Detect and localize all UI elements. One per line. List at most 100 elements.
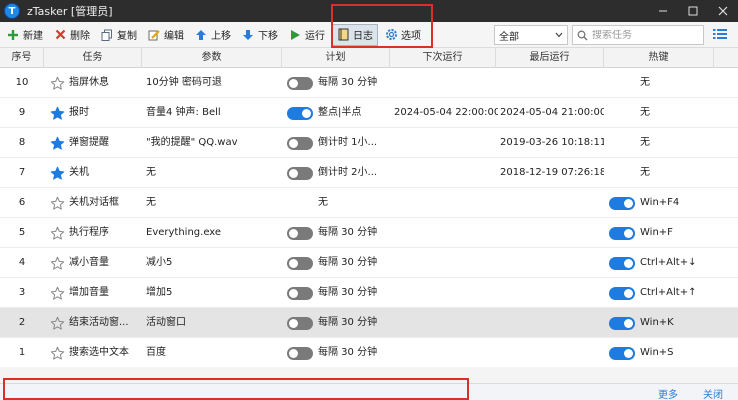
column-header-plan[interactable]: 计划	[282, 48, 390, 68]
plan-toggle[interactable]	[287, 257, 313, 270]
window-title: zTasker [管理员]	[27, 5, 113, 18]
star-outline-icon[interactable]	[50, 226, 65, 241]
menu-button[interactable]	[712, 27, 730, 43]
row-plan: 整点|半点	[318, 107, 362, 118]
plan-toggle[interactable]	[287, 107, 313, 120]
toolbar: 新建 删除 复制 编辑 上移 下移 运行 日志 选项 全部 搜索任务	[0, 22, 738, 48]
close-link[interactable]: 关闭	[703, 386, 723, 400]
minimize-button[interactable]	[648, 0, 678, 22]
arrow-down-icon	[241, 28, 255, 42]
plan-toggle[interactable]	[287, 227, 313, 240]
star-outline-icon[interactable]	[50, 256, 65, 271]
column-header-id[interactable]: 序号	[0, 48, 44, 68]
row-task: 指屏休息	[69, 77, 109, 88]
column-header-next-run[interactable]: 下次运行	[390, 48, 496, 68]
table-row[interactable]: 7 关机 无 倒计时 2小... 2018-12-19 07:26:18 无	[0, 158, 738, 188]
table-row[interactable]: 1 搜索选中文本 百度 每隔 30 分钟 Win+S	[0, 338, 738, 368]
maximize-icon	[688, 6, 698, 16]
run-button[interactable]: 运行	[284, 24, 329, 46]
options-button[interactable]: 选项	[380, 24, 425, 46]
row-hotkey: 无	[640, 167, 650, 178]
table-header: 序号 任务 参数 计划 下次运行 最后运行 热键	[0, 48, 738, 68]
column-header-last-run[interactable]: 最后运行	[496, 48, 604, 68]
column-header-hotkey[interactable]: 热键	[604, 48, 714, 68]
hotkey-toggle[interactable]	[609, 347, 635, 360]
row-plan: 每隔 30 分钟	[318, 257, 378, 268]
row-next-run	[394, 308, 498, 338]
search-input[interactable]	[592, 29, 702, 41]
row-plan: 每隔 30 分钟	[318, 287, 378, 298]
close-window-button[interactable]	[708, 0, 738, 22]
row-hotkey: Win+S	[640, 347, 674, 358]
move-up-button[interactable]: 上移	[190, 24, 235, 46]
row-hotkey: 无	[640, 77, 650, 88]
row-last-run	[500, 218, 604, 248]
star-outline-icon[interactable]	[50, 286, 65, 301]
row-task: 搜索选中文本	[69, 347, 129, 358]
star-filled-icon[interactable]	[50, 136, 65, 151]
copy-button[interactable]: 复制	[96, 24, 141, 46]
row-id: 1	[18, 347, 26, 358]
table-row[interactable]: 8 弹窗提醒 "我的提醒" QQ.wav 倒计时 1小... 2019-03-26 10…	[0, 128, 738, 158]
filter-select[interactable]: 全部	[494, 25, 568, 45]
row-plan: 倒计时 2小...	[318, 167, 378, 178]
star-filled-icon[interactable]	[50, 106, 65, 121]
plan-toggle[interactable]	[287, 137, 313, 150]
plus-icon	[6, 28, 20, 42]
row-hotkey: 无	[640, 107, 650, 118]
star-outline-icon[interactable]	[50, 196, 65, 211]
copy-label: 复制	[117, 31, 137, 42]
row-id: 4	[18, 257, 26, 268]
column-header-param[interactable]: 参数	[142, 48, 282, 68]
hotkey-toggle[interactable]	[609, 197, 635, 210]
row-id: 6	[18, 197, 26, 208]
log-label: 日志	[353, 31, 373, 42]
plan-toggle[interactable]	[287, 347, 313, 360]
table-row[interactable]: 10 指屏休息 10分钟 密码可退 每隔 30 分钟 无	[0, 68, 738, 98]
row-param: 活动窗口	[146, 317, 186, 328]
row-last-run: 2024-05-04 21:00:00	[500, 107, 604, 118]
table-row[interactable]: 6 关机对话框 无 无 Win+F4	[0, 188, 738, 218]
row-id: 9	[18, 107, 26, 118]
hotkey-toggle[interactable]	[609, 257, 635, 270]
row-plan: 倒计时 1小...	[318, 137, 378, 148]
star-outline-icon[interactable]	[50, 346, 65, 361]
pencil-icon	[147, 28, 161, 42]
hotkey-toggle[interactable]	[609, 227, 635, 240]
hotkey-toggle[interactable]	[609, 317, 635, 330]
row-last-run	[500, 308, 604, 338]
move-down-button[interactable]: 下移	[237, 24, 282, 46]
plan-toggle[interactable]	[287, 317, 313, 330]
row-last-run: 2018-12-19 07:26:18	[500, 167, 604, 178]
hotkey-toggle[interactable]	[609, 287, 635, 300]
table-row[interactable]: 5 执行程序 Everything.exe 每隔 30 分钟 Win+F	[0, 218, 738, 248]
table-row[interactable]: 9 报时 音量4 钟声: Bell 整点|半点 2024-05-04 22:00:00 2…	[0, 98, 738, 128]
row-id: 7	[18, 167, 26, 178]
table-row[interactable]: 4 减小音量 减小5 每隔 30 分钟 Ctrl+Alt+↓	[0, 248, 738, 278]
star-outline-icon[interactable]	[50, 316, 65, 331]
maximize-button[interactable]	[678, 0, 708, 22]
row-next-run	[394, 338, 498, 368]
chevron-down-icon	[555, 32, 563, 38]
plan-toggle[interactable]	[287, 287, 313, 300]
more-link[interactable]: 更多	[658, 386, 678, 400]
row-param: "我的提醒" QQ.wav	[146, 137, 238, 148]
row-hotkey: Ctrl+Alt+↓	[640, 257, 697, 268]
delete-button[interactable]: 删除	[49, 24, 94, 46]
move-up-label: 上移	[211, 31, 231, 42]
table-row[interactable]: 2 结束活动窗... 活动窗口 每隔 30 分钟 Win+K	[0, 308, 738, 338]
row-id: 10	[15, 77, 29, 88]
new-button[interactable]: 新建	[2, 24, 47, 46]
table-row[interactable]: 3 增加音量 增加5 每隔 30 分钟 Ctrl+Alt+↑	[0, 278, 738, 308]
row-id: 5	[18, 227, 26, 238]
log-button[interactable]: 日志	[331, 23, 378, 46]
search-box[interactable]	[572, 25, 704, 45]
run-label: 运行	[305, 31, 325, 42]
edit-button[interactable]: 编辑	[143, 24, 188, 46]
plan-toggle[interactable]	[287, 77, 313, 90]
star-outline-icon[interactable]	[50, 76, 65, 91]
column-header-task[interactable]: 任务	[44, 48, 142, 68]
star-filled-icon[interactable]	[50, 166, 65, 181]
row-task: 结束活动窗...	[69, 317, 129, 328]
plan-toggle[interactable]	[287, 167, 313, 180]
